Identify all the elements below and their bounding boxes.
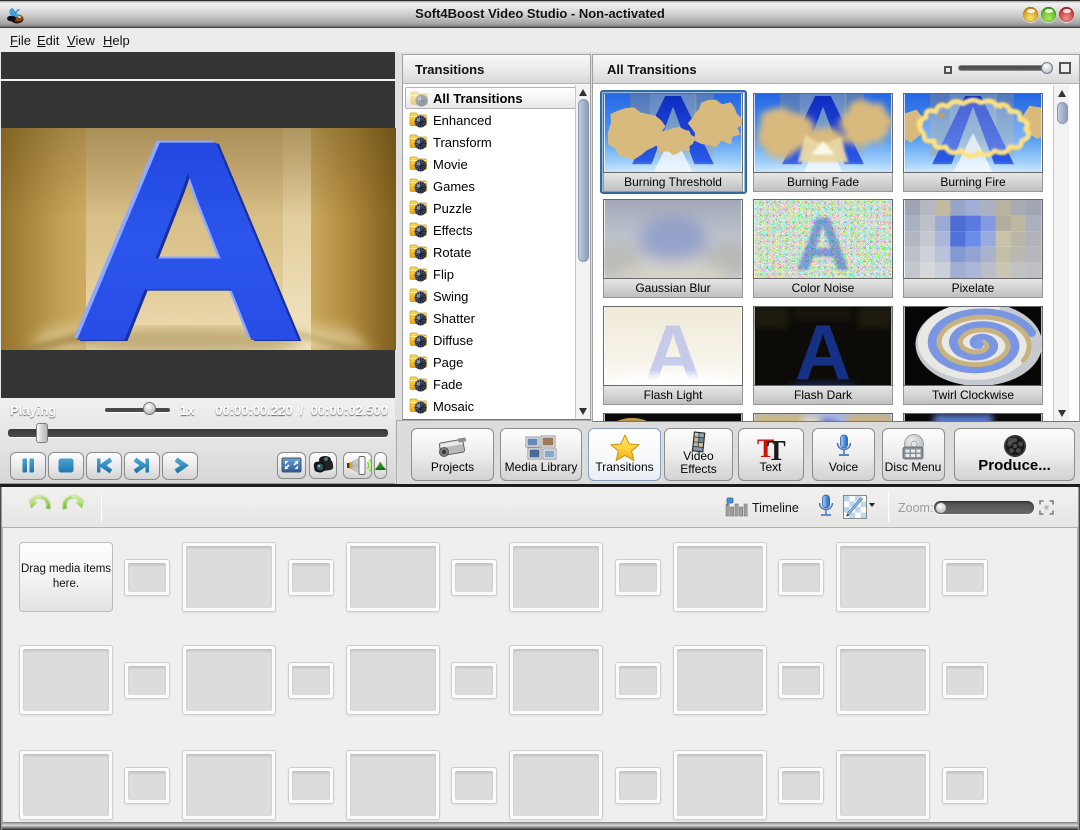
- svg-text:A: A: [795, 308, 851, 385]
- svg-text:A: A: [69, 128, 307, 350]
- svg-text:T: T: [767, 436, 786, 463]
